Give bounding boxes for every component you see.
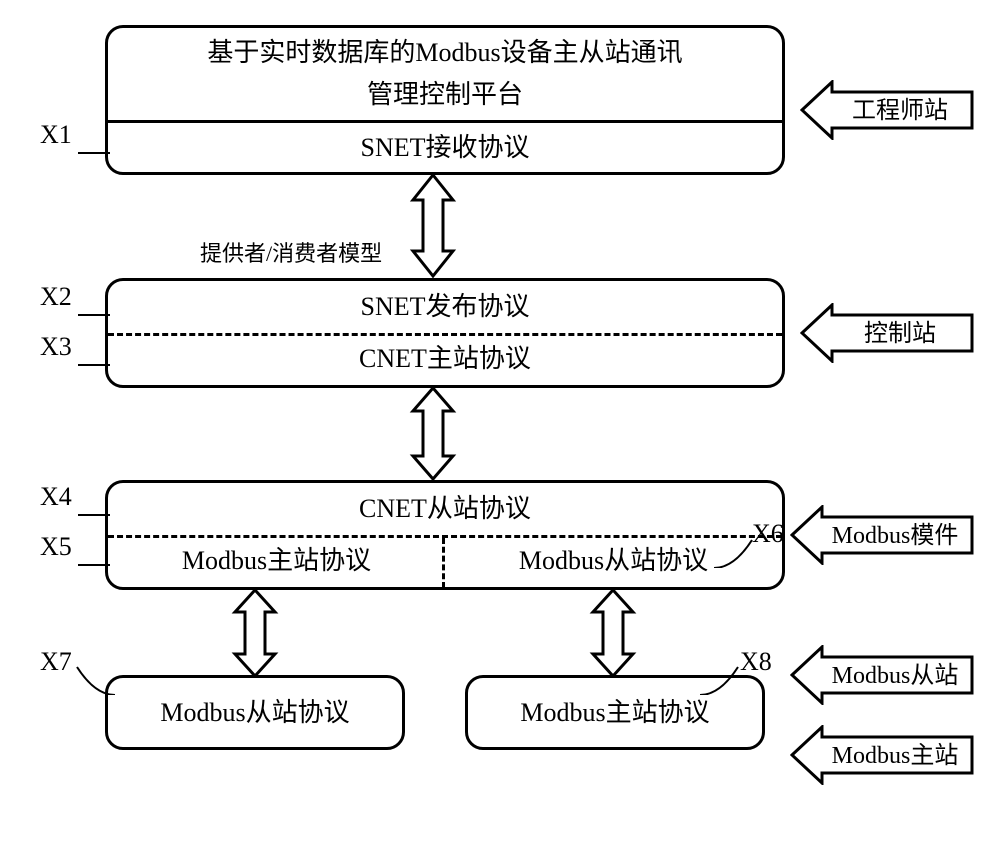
x5-label: X5: [40, 532, 72, 562]
x5-connector: [78, 564, 110, 566]
x3-connector: [78, 364, 110, 366]
x8-connector: [700, 665, 740, 695]
engineer-station-box: 基于实时数据库的Modbus设备主从站通讯 管理控制平台 SNET接收协议: [105, 25, 785, 175]
x4-label: X4: [40, 482, 72, 512]
platform-title-line1: 基于实时数据库的Modbus设备主从站通讯: [199, 32, 690, 74]
modbus-master-protocol: Modbus主站协议: [108, 540, 445, 582]
bidirectional-arrow-3: [230, 588, 280, 678]
x8-label: X8: [740, 647, 772, 677]
modbus-master-arrow: Modbus主站: [790, 725, 975, 785]
x1-label: X1: [40, 120, 72, 150]
snet-receive-protocol: SNET接收协议: [352, 127, 537, 169]
x2-label: X2: [40, 282, 72, 312]
modbus-module-arrow: Modbus模件: [790, 505, 975, 565]
x4-connector: [78, 514, 110, 516]
modbus-slave-arrow: Modbus从站: [790, 645, 975, 705]
bidirectional-arrow-4: [588, 588, 638, 678]
modbus-master-text: Modbus主站: [832, 742, 959, 769]
x6-label: X6: [752, 519, 784, 549]
modbus-slave-station-box: Modbus从站协议: [105, 675, 405, 750]
engineer-station-text: 工程师站: [852, 97, 948, 124]
x3-label: X3: [40, 332, 72, 362]
x7-connector: [75, 665, 115, 695]
control-box-dashed-divider: [108, 333, 782, 336]
control-station-arrow: 控制站: [800, 303, 975, 363]
modbus-slave-text: Modbus从站: [832, 662, 959, 689]
bidirectional-arrow-1: [408, 173, 458, 278]
bottom-modbus-master-protocol: Modbus主站协议: [512, 692, 717, 734]
snet-publish-protocol: SNET发布协议: [352, 286, 537, 328]
bidirectional-arrow-2: [408, 386, 458, 481]
modbus-box-dashed-h-divider: [108, 535, 782, 538]
bottom-modbus-slave-protocol: Modbus从站协议: [152, 692, 357, 734]
x2-connector: [78, 314, 110, 316]
control-station-text: 控制站: [864, 320, 936, 347]
x1-connector: [78, 152, 110, 154]
platform-title-line2: 管理控制平台: [359, 74, 531, 116]
protocol-diagram: 基于实时数据库的Modbus设备主从站通讯 管理控制平台 SNET接收协议 X1…: [20, 20, 980, 840]
producer-consumer-label: 提供者/消费者模型: [200, 236, 382, 268]
modbus-box-dashed-v-divider: [442, 538, 445, 588]
modbus-module-text: Modbus模件: [832, 522, 959, 549]
x6-connector: [714, 538, 754, 568]
engineer-station-arrow: 工程师站: [800, 80, 975, 140]
cnet-master-protocol: CNET主站协议: [351, 338, 539, 380]
cnet-slave-protocol: CNET从站协议: [351, 488, 539, 530]
x7-label: X7: [40, 647, 72, 677]
